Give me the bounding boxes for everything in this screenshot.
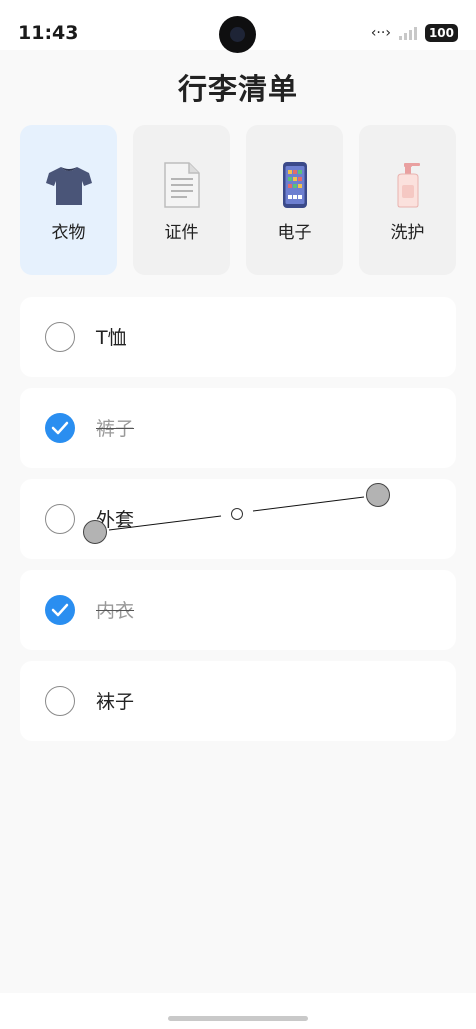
category-label: 电子 (277, 223, 312, 243)
list-item[interactable]: 外套 (20, 479, 456, 559)
item-label: 内衣 (96, 600, 135, 622)
category-tab-electronics[interactable]: 电子 (246, 125, 343, 275)
home-indicator[interactable] (168, 1016, 308, 1021)
unchecked-checkbox[interactable] (45, 504, 75, 534)
page-title: 行李清单 (177, 72, 298, 106)
list-item[interactable]: 裤子 (20, 388, 456, 468)
front-camera (219, 16, 256, 53)
checked-checkbox[interactable] (45, 595, 75, 625)
phone-icon (246, 161, 343, 209)
category-tab-toiletries[interactable]: 洗护 (359, 125, 456, 275)
checkmark-icon (51, 603, 69, 617)
signal-icon (398, 26, 417, 40)
unchecked-checkbox[interactable] (45, 322, 75, 352)
data-transfer-icon: ‹··› (370, 25, 391, 41)
checked-checkbox[interactable] (45, 413, 75, 443)
item-label: 外套 (96, 509, 135, 531)
list-item[interactable]: T恤 (20, 297, 456, 377)
document-icon (133, 161, 230, 209)
category-tab-clothing[interactable]: 衣物 (20, 125, 117, 275)
status-icons: ‹··› 100 (371, 24, 458, 42)
status-time: 11:43 (18, 22, 79, 44)
category-label: 证件 (164, 223, 199, 243)
item-label: 裤子 (96, 418, 135, 440)
item-label: 袜子 (96, 691, 135, 713)
category-tab-documents[interactable]: 证件 (133, 125, 230, 275)
category-tabs: 衣物 证件 电子 洗护 (20, 125, 456, 275)
item-label: T恤 (96, 327, 127, 349)
status-bar: 11:43 ‹··› 100 (0, 0, 476, 53)
navigation-bar (0, 993, 476, 1029)
category-label: 衣物 (51, 223, 86, 243)
lotion-bottle-icon (359, 161, 456, 209)
list-item[interactable]: 内衣 (20, 570, 456, 650)
list-item[interactable]: 袜子 (20, 661, 456, 741)
tshirt-icon (20, 161, 117, 209)
checkmark-icon (51, 421, 69, 435)
unchecked-checkbox[interactable] (45, 686, 75, 716)
battery-indicator: 100 (424, 24, 458, 42)
category-label: 洗护 (390, 223, 425, 243)
